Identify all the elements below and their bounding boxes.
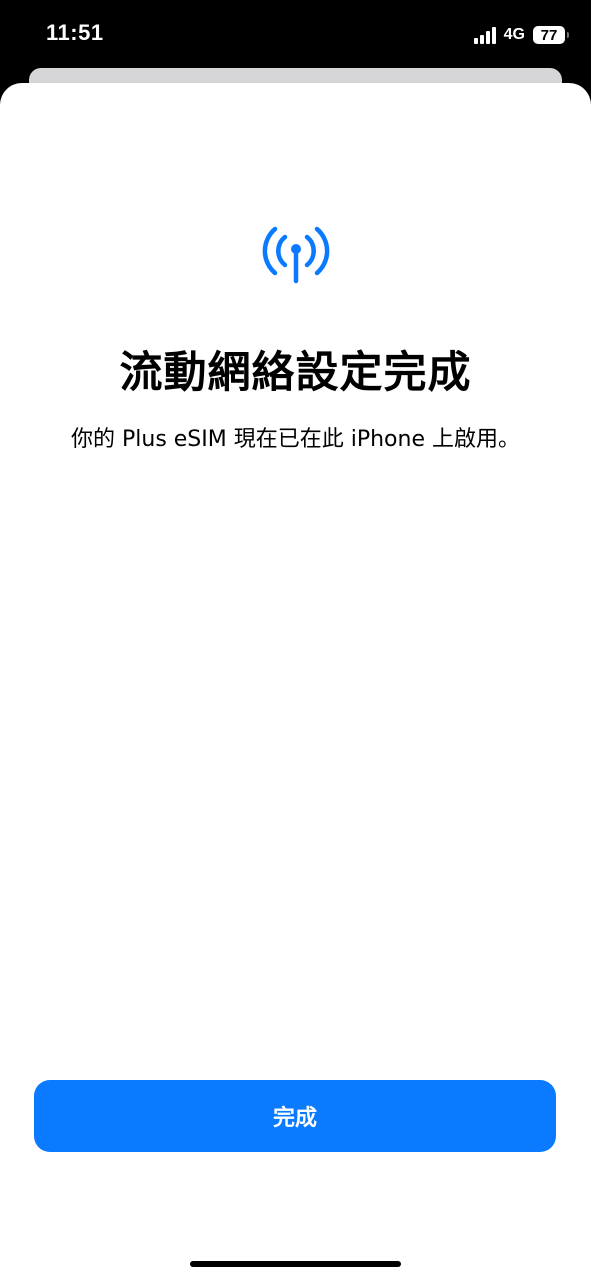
status-time: 11:51: [46, 20, 104, 45]
setup-complete-sheet: 流動網絡設定完成 你的 Plus eSIM 現在已在此 iPhone 上啟用。 …: [0, 83, 591, 1280]
status-message: 你的 Plus eSIM 現在已在此 iPhone 上啟用。: [71, 427, 520, 452]
battery-level: 77: [540, 26, 558, 44]
network-type-label: 4G: [503, 26, 525, 43]
signal-bars-icon: [473, 26, 496, 44]
battery-icon: 77: [533, 26, 569, 44]
status-bar: 11:51 4G 77: [0, 0, 591, 70]
done-button[interactable]: 完成: [34, 1080, 556, 1152]
cellular-antenna-icon: [259, 223, 333, 289]
status-indicators: 4G 77: [473, 24, 569, 46]
page-title: 流動網絡設定完成: [119, 348, 472, 398]
home-indicator[interactable]: [190, 1261, 401, 1267]
screen: 11:51 4G 77 流動網絡設定完成 你的 Plus eSIM 現在已在此 …: [0, 0, 591, 1280]
